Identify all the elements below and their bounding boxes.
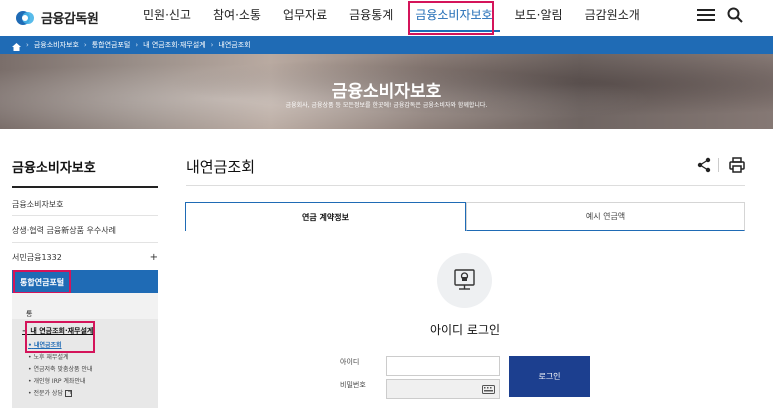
breadcrumb-separator: › xyxy=(135,41,139,49)
sidebar-title: 금융소비자보호 xyxy=(12,161,96,176)
hero-subtitle: 금융회사, 금융상품 등 모든정보를 한곳에! 금융감독은 금융소비자와 함께합… xyxy=(285,102,488,109)
sidebar-divider xyxy=(12,215,158,216)
tab-example-amount[interactable]: 예시 연금액 xyxy=(466,202,745,231)
sidebar-item-1332[interactable]: 서민금융1332 + xyxy=(12,252,158,263)
nav-highlight-box xyxy=(408,1,494,35)
logo-text: 금융감독원 xyxy=(41,12,99,27)
sidebar-link-pension-savings[interactable]: • 연금저축 맞춤상품 안내 xyxy=(28,364,92,373)
sidebar-link-expert-consult[interactable]: • 전문가 상담 xyxy=(28,388,72,397)
hero-banner: 금융소비자보호 금융회사, 금융상품 등 모든정보를 한곳에! 금융감독은 금융… xyxy=(0,54,773,129)
expand-plus-icon[interactable]: + xyxy=(150,252,158,263)
tab-contract-info[interactable]: 연금 계약정보 xyxy=(185,202,466,231)
share-icon[interactable] xyxy=(697,157,711,177)
certificate-icon-container xyxy=(437,253,492,308)
my-pension-highlight-box xyxy=(25,321,95,353)
breadcrumb-separator: › xyxy=(210,41,214,49)
nav-business-data[interactable]: 업무자료 xyxy=(272,0,338,36)
sidebar-divider xyxy=(12,242,158,243)
sidebar-sub-pension-portal[interactable]: − 통합연금포털 xyxy=(12,293,158,368)
page-title: 내연금조회 xyxy=(186,158,256,176)
sidebar-item-best-practice[interactable]: 상생·협력 금융新상품 우수사례 xyxy=(12,225,158,236)
sidebar-item-label: 서민금융1332 xyxy=(12,253,62,262)
nav-about[interactable]: 금감원소개 xyxy=(574,0,651,36)
breadcrumb-item[interactable]: 금융소비자보호 xyxy=(34,40,79,50)
icon-divider xyxy=(718,158,719,172)
breadcrumb-item[interactable]: 내 연금조회·재무설계 xyxy=(143,40,205,50)
hamburger-menu-icon[interactable] xyxy=(697,7,715,27)
breadcrumb-separator: › xyxy=(26,41,29,49)
sidebar-link-retirement-planning[interactable]: • 노후 재무설계 xyxy=(28,352,69,361)
logo[interactable]: 금융감독원 xyxy=(15,8,99,27)
nav-press[interactable]: 보도·알림 xyxy=(504,0,574,36)
password-input[interactable] xyxy=(386,379,500,399)
login-title: 아이디 로그인 xyxy=(429,323,501,337)
search-icon[interactable] xyxy=(727,7,743,27)
sidebar-item-consumer-protection[interactable]: 금융소비자보호 xyxy=(12,199,158,210)
sidebar-sub-label: − 통합연금포털 xyxy=(26,309,33,368)
home-icon[interactable] xyxy=(12,36,21,55)
login-button[interactable]: 로그인 xyxy=(509,356,590,397)
pension-portal-highlight-box xyxy=(13,270,71,294)
sidebar-divider xyxy=(12,186,158,188)
id-input[interactable] xyxy=(386,356,500,376)
main-nav: 민원·신고 참여·소통 업무자료 금융통계 금융소비자보호 보도·알림 금감원소… xyxy=(132,0,651,36)
nav-participation[interactable]: 참여·소통 xyxy=(202,0,272,36)
title-divider xyxy=(186,185,745,186)
print-icon[interactable] xyxy=(729,157,745,177)
id-label: 아이디 xyxy=(340,358,360,366)
nav-complaint[interactable]: 민원·신고 xyxy=(132,0,202,36)
external-link-icon xyxy=(64,390,72,397)
certificate-icon xyxy=(454,269,475,290)
keyboard-icon[interactable] xyxy=(482,385,495,394)
nav-statistics[interactable]: 금융통계 xyxy=(338,0,404,36)
sidebar-link-irp[interactable]: • 개인형 IRP 계좌안내 xyxy=(28,376,85,385)
hero-title: 금융소비자보호 xyxy=(331,82,442,102)
breadcrumb-separator: › xyxy=(83,41,87,49)
breadcrumb: › 금융소비자보호 › 통합연금포털 › 내 연금조회·재무설계 › 내연금조회 xyxy=(0,36,773,54)
breadcrumb-current: 내연금조회 xyxy=(218,41,251,49)
password-label: 비밀번호 xyxy=(340,381,366,389)
fss-logo-icon xyxy=(15,9,37,27)
breadcrumb-item[interactable]: 통합연금포털 xyxy=(92,40,131,50)
top-header: 금융감독원 민원·신고 참여·소통 업무자료 금융통계 금융소비자보호 보도·알… xyxy=(0,0,773,36)
